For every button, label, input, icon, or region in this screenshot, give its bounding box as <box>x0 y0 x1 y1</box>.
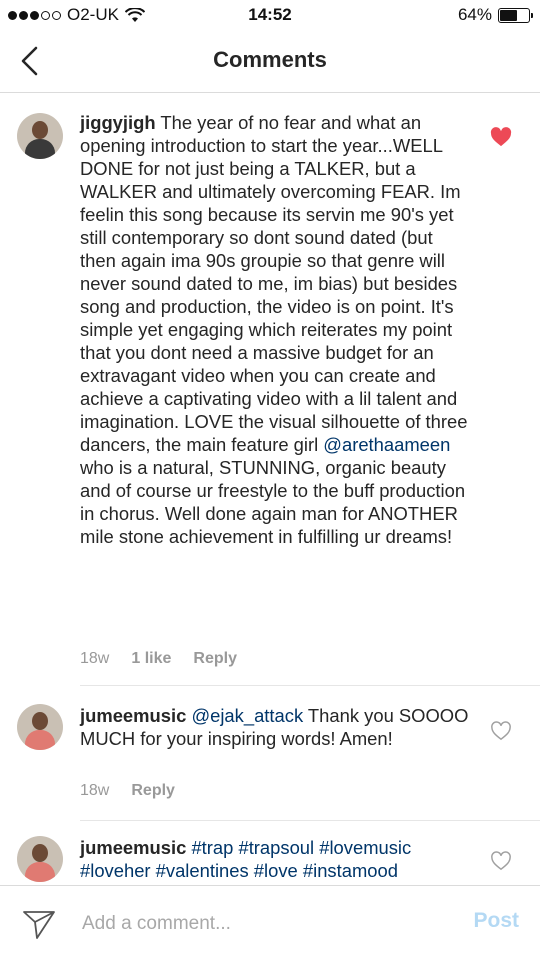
add-comment-input[interactable] <box>80 908 444 940</box>
comment-username[interactable]: jumeemusic <box>80 837 186 858</box>
status-bar: O2-UK 14:52 64% <box>0 0 540 30</box>
likes-count-link[interactable]: 1 like <box>131 650 171 668</box>
avatar[interactable] <box>17 113 63 159</box>
heart-filled-icon[interactable] <box>490 127 512 147</box>
comment-meta: 18w 1 like Reply <box>80 650 237 668</box>
battery-icon <box>498 7 533 23</box>
comment-meta: 18w Reply <box>80 782 175 800</box>
mention-link[interactable]: @arethaameen <box>323 434 450 455</box>
comment-text: jumeemusic @ejak_attack Thank you SOOOO … <box>80 704 472 750</box>
comment-username[interactable]: jiggyjigh <box>80 112 156 133</box>
comment-composer: Post <box>0 885 540 961</box>
reply-button[interactable]: Reply <box>131 782 175 800</box>
reply-button[interactable]: Reply <box>193 650 237 668</box>
avatar[interactable] <box>17 836 63 882</box>
avatar[interactable] <box>17 704 63 750</box>
comment-text: jiggyjigh The year of no fear and what a… <box>80 111 472 548</box>
heart-outline-icon[interactable] <box>490 851 512 871</box>
comment-username[interactable]: jumeemusic <box>80 705 186 726</box>
navigation-bar: Comments <box>0 30 540 93</box>
divider <box>80 820 540 821</box>
mention-link[interactable]: @ejak_attack <box>191 705 303 726</box>
comment-time: 18w <box>80 782 110 799</box>
comment-text: jumeemusic #trap #trapsoul #lovemusic #l… <box>80 836 472 882</box>
battery-percent: 64% <box>457 5 492 24</box>
heart-outline-icon[interactable] <box>490 721 512 741</box>
comment-body: The year of no fear and what an opening … <box>80 112 468 455</box>
send-direct-icon[interactable] <box>22 908 56 940</box>
status-right: 64% <box>457 5 533 25</box>
comment-body-continued: who is a natural, STUNNING, organic beau… <box>80 457 466 547</box>
comment-time: 18w <box>80 650 110 667</box>
post-button[interactable]: Post <box>473 909 519 933</box>
page-title: Comments <box>213 47 327 72</box>
divider <box>80 685 540 686</box>
